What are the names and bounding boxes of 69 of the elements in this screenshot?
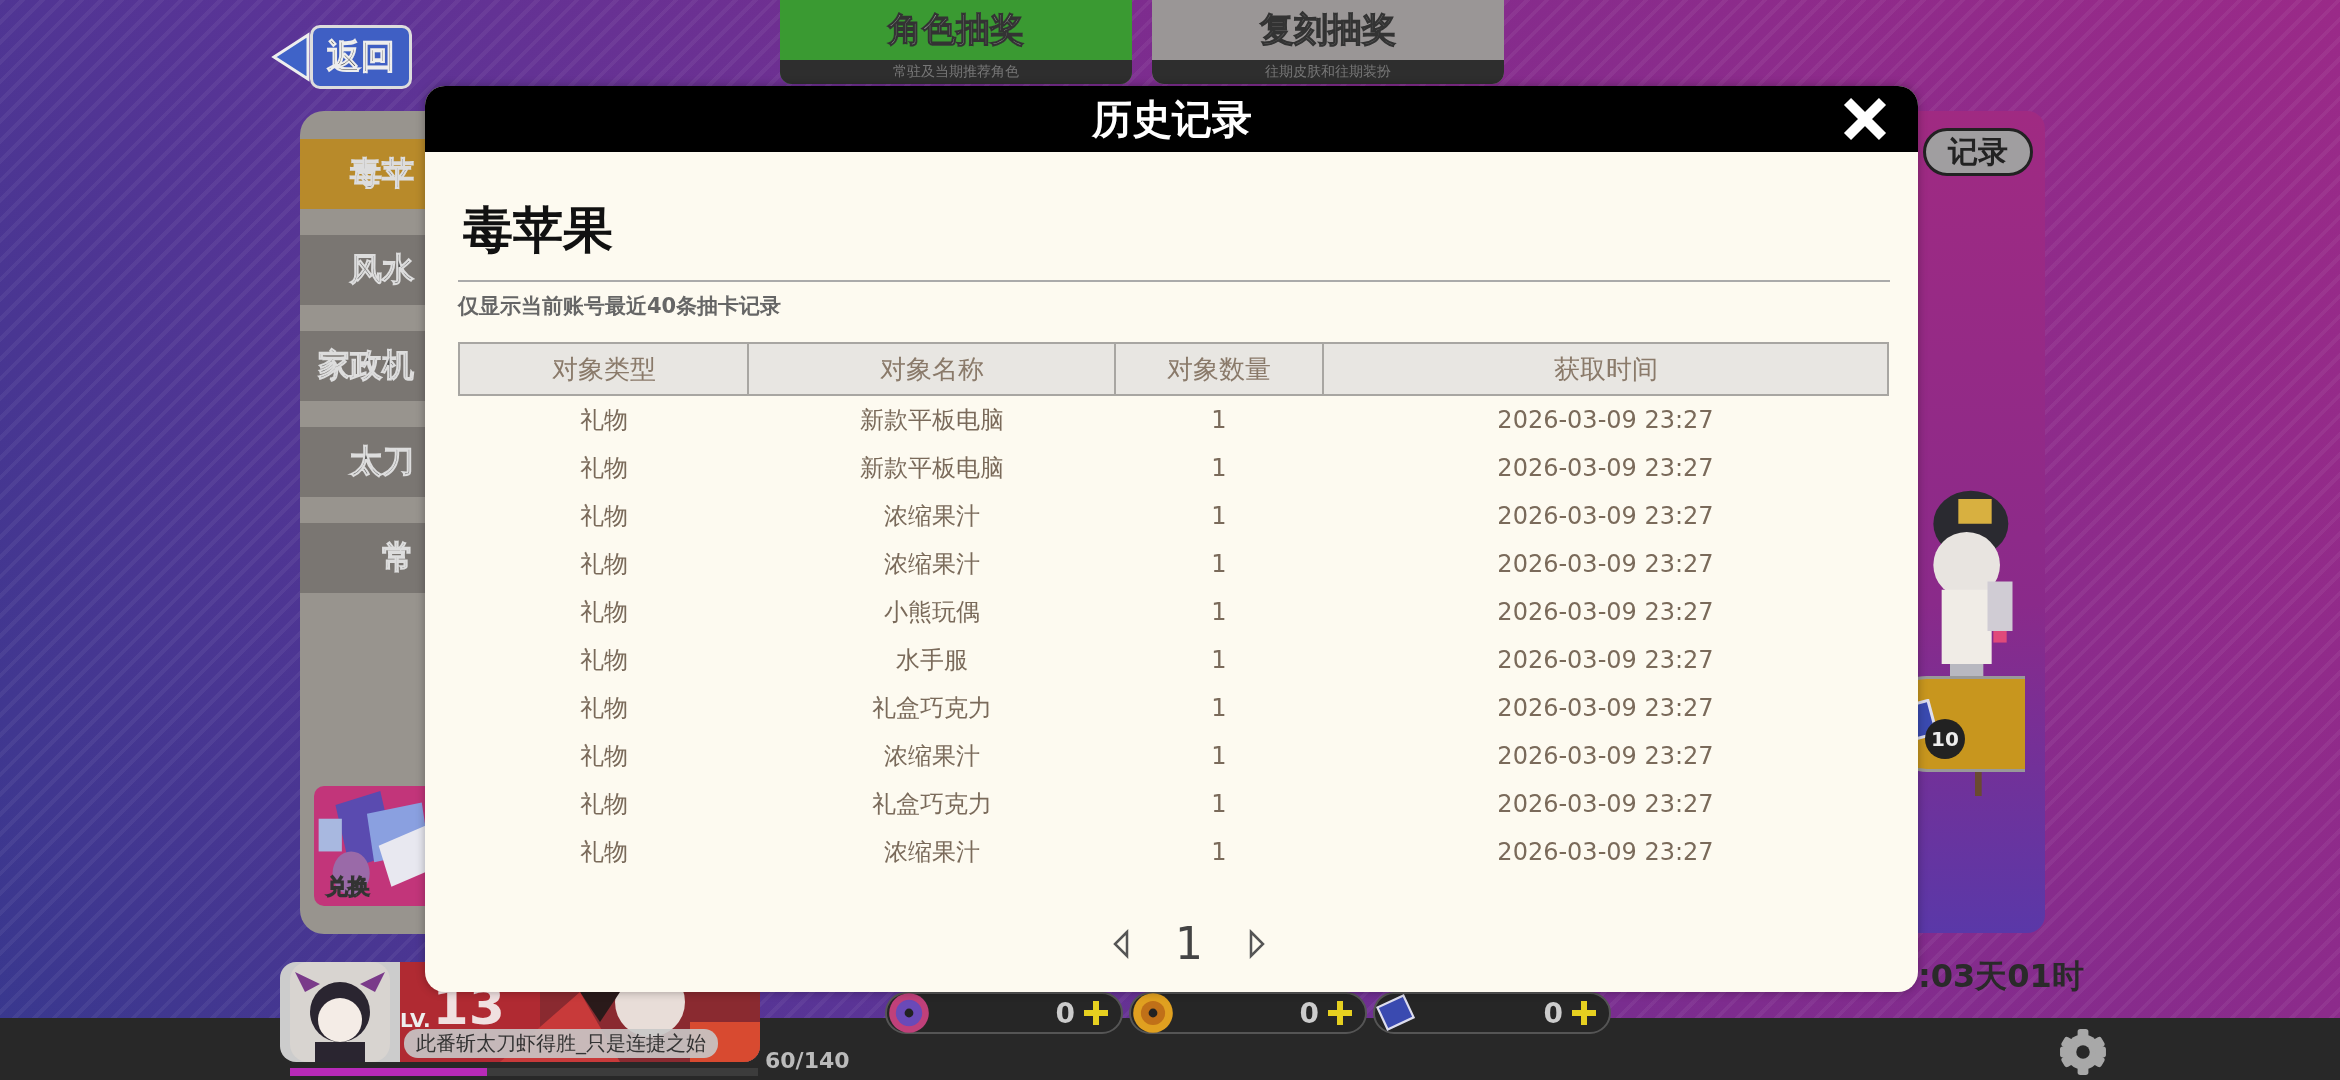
- plus-icon[interactable]: [1081, 998, 1111, 1028]
- table-cell-text: 1: [1210, 789, 1228, 820]
- table-cell-text: 1: [1210, 453, 1228, 484]
- table-cell-text: 礼物: [578, 645, 629, 676]
- pool-tab[interactable]: 复刻抽奖 往期皮肤和往期装扮: [1152, 0, 1504, 84]
- table-cell-text: 2026-03-09 23:27: [1496, 597, 1715, 628]
- table-cell-text: 礼物: [578, 741, 629, 772]
- table-cell-text: 浓缩果汁: [882, 741, 981, 772]
- currency-amount: 0: [1542, 996, 1563, 1030]
- table-cell-text: 2026-03-09 23:27: [1496, 453, 1715, 484]
- table-cell: 2026-03-09 23:27: [1323, 395, 1888, 444]
- table-cell-text: 礼物: [578, 693, 629, 724]
- pool-tab[interactable]: 角色抽奖 常驻及当期推荐角色: [780, 0, 1132, 84]
- table-cell-text: 礼盒巧克力: [870, 693, 993, 724]
- table-cell-text: 浓缩果汁: [882, 549, 981, 580]
- table-cell-text: 礼物: [578, 549, 629, 580]
- table-cell: 1: [1115, 395, 1323, 444]
- table-cell-text: 水手服: [894, 645, 969, 676]
- table-cell: 礼物: [459, 395, 748, 444]
- table-cell-text: 1: [1210, 501, 1228, 532]
- tab-label: 角色抽奖: [888, 8, 1024, 51]
- table-cell-text: 礼物: [578, 789, 629, 820]
- table-cell-text: 2026-03-09 23:27: [1496, 645, 1715, 676]
- column-header: 对象类型: [459, 343, 748, 395]
- table-cell-text: 礼物: [578, 837, 629, 868]
- table-cell-text: 1: [1210, 837, 1228, 868]
- table-cell-text: 2026-03-09 23:27: [1496, 837, 1715, 868]
- exp-text: 60/140: [765, 1048, 850, 1073]
- table-cell-text: 2026-03-09 23:27: [1496, 789, 1715, 820]
- count-badge: 10: [1925, 719, 1965, 759]
- note-text: 仅显示当前账号最近40条抽卡记录: [458, 293, 783, 320]
- dialog-title: 历史记录: [1091, 94, 1252, 144]
- level-prefix: LV.: [400, 1008, 431, 1032]
- table-cell-text: 礼盒巧克力: [870, 789, 993, 820]
- table-cell-text: 礼物: [578, 453, 629, 484]
- table-cell-text: 2026-03-09 23:27: [1496, 741, 1715, 772]
- plus-icon[interactable]: [1569, 998, 1599, 1028]
- table-cell-text: 浓缩果汁: [882, 501, 981, 532]
- currency-amount: 0: [1298, 996, 1319, 1030]
- table-cell-text: 2026-03-09 23:27: [1496, 501, 1715, 532]
- table-cell-text: 1: [1210, 597, 1228, 628]
- column-header: 获取时间: [1323, 343, 1888, 395]
- back-button[interactable]: 返回: [270, 25, 412, 89]
- column-header: 对象名称: [748, 343, 1115, 395]
- pool-name: 毒苹果: [463, 200, 614, 260]
- table-cell-text: 2026-03-09 23:27: [1496, 549, 1715, 580]
- tab-subtitle: 常驻及当期推荐角色: [780, 60, 1132, 84]
- page-number: 1: [1175, 918, 1203, 969]
- exchange-label: 兑换: [326, 873, 370, 901]
- tab-subtitle: 往期皮肤和往期装扮: [1152, 60, 1504, 84]
- countdown-text: :03天01时: [1918, 956, 2084, 997]
- table-cell-text: 小熊玩偶: [882, 597, 981, 628]
- table-cell-text: 1: [1210, 693, 1228, 724]
- table-cell-text: 1: [1210, 645, 1228, 676]
- tab-label: 复刻抽奖: [1260, 8, 1396, 51]
- column-header: 对象数量: [1115, 343, 1323, 395]
- plus-icon[interactable]: [1325, 998, 1355, 1028]
- table-cell-text: 浓缩果汁: [882, 837, 981, 868]
- table-cell-text: 2026-03-09 23:27: [1496, 693, 1715, 724]
- back-label: 返回: [310, 25, 412, 89]
- table-cell: 新款平板电脑: [748, 395, 1115, 444]
- table-cell-text: 1: [1210, 741, 1228, 772]
- table-cell-text: 礼物: [578, 501, 629, 532]
- table-cell-text: 新款平板电脑: [858, 453, 1005, 484]
- record-button[interactable]: 记录: [1923, 128, 2033, 176]
- currency-amount: 0: [1054, 996, 1075, 1030]
- player-title: 此番斩太刀虾得胜_只是连捷之始: [404, 1029, 718, 1058]
- table-cell-text: 礼物: [578, 597, 629, 628]
- table-cell-text: 1: [1210, 549, 1228, 580]
